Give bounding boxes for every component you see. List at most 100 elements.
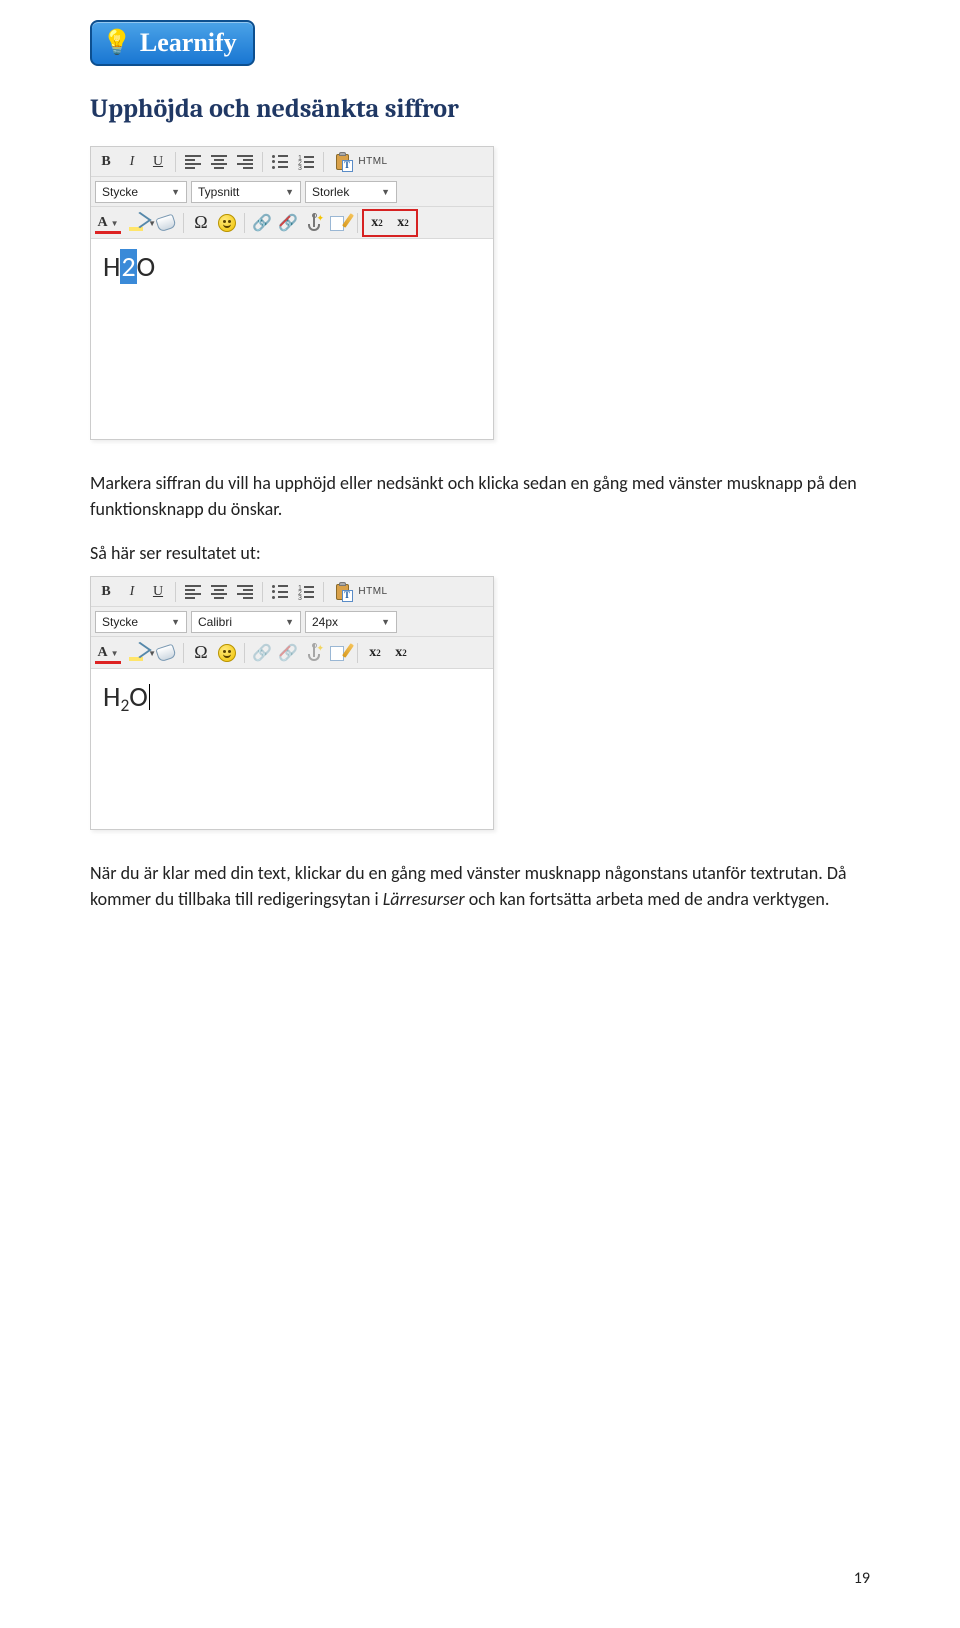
instruction-paragraph-2: Så här ser resultatet ut: [90, 540, 870, 566]
superscript-button[interactable]: x2 [363, 641, 387, 665]
special-char-button[interactable]: Ω [189, 211, 213, 235]
subscript-button[interactable]: x2 [389, 641, 413, 665]
eraser-button[interactable] [154, 211, 178, 235]
bold-button[interactable]: B [94, 580, 118, 604]
highlight-button[interactable]: ▼ [124, 211, 152, 235]
underline-button[interactable]: U [146, 150, 170, 174]
editor-screenshot-after: B I U 1 2 3 [90, 576, 494, 830]
font-family-select[interactable]: Calibri ▼ [191, 611, 301, 633]
special-char-button[interactable]: Ω [189, 641, 213, 665]
eraser-button[interactable] [154, 641, 178, 665]
select-value: Storlek [312, 185, 349, 199]
separator [357, 213, 358, 233]
paragraph-format-select[interactable]: Stycke ▼ [95, 181, 187, 203]
separator [175, 152, 176, 172]
align-right-icon [237, 155, 253, 169]
content-h: H [103, 249, 120, 284]
edit-doc-button[interactable] [328, 211, 352, 235]
select-value: Calibri [198, 615, 232, 629]
link-button[interactable]: 🔗 [250, 641, 274, 665]
unlink-button[interactable]: 🔗 [276, 641, 300, 665]
section-heading: Upphöjda och nedsänkta siffror [90, 94, 870, 124]
lightbulb-icon: 💡 [102, 31, 132, 55]
content-o: O [137, 249, 156, 284]
paste-icon: T [334, 153, 352, 171]
bold-button[interactable]: B [94, 150, 118, 174]
chevron-down-icon: ▼ [285, 187, 294, 197]
separator [262, 152, 263, 172]
chevron-down-icon: ▼ [381, 617, 390, 627]
paragraph-format-select[interactable]: Stycke ▼ [95, 611, 187, 633]
highlight-icon: ▼ [126, 213, 150, 233]
font-family-select[interactable]: Typsnitt ▼ [191, 181, 301, 203]
eraser-icon [155, 643, 176, 662]
html-button[interactable]: HTML [359, 150, 387, 174]
select-value: 24px [312, 615, 338, 629]
subscript-button[interactable]: x2 [391, 211, 415, 235]
align-center-button[interactable] [207, 580, 231, 604]
superscript-button[interactable]: x2 [365, 211, 389, 235]
align-right-button[interactable] [233, 150, 257, 174]
anchor-button[interactable]: ✦ [302, 211, 326, 235]
font-size-select[interactable]: 24px ▼ [305, 611, 397, 633]
font-size-select[interactable]: Storlek ▼ [305, 181, 397, 203]
unlink-icon: 🔗 [278, 643, 298, 663]
italic-button[interactable]: I [120, 150, 144, 174]
toolbar-row-2: Stycke ▼ Calibri ▼ 24px ▼ [91, 607, 493, 637]
link-button[interactable]: 🔗 [250, 211, 274, 235]
highlight-button[interactable]: ▼ [124, 641, 152, 665]
paste-button[interactable]: T [329, 580, 357, 604]
unlink-icon: 🔗 [278, 213, 298, 233]
anchor-button[interactable]: ✦ [302, 641, 326, 665]
select-value: Stycke [102, 185, 138, 199]
italic-button[interactable]: I [120, 580, 144, 604]
edit-doc-icon [330, 214, 350, 232]
toolbar-row-1: B I U 1 2 3 [91, 577, 493, 607]
chevron-down-icon: ▼ [171, 617, 180, 627]
separator [323, 152, 324, 172]
align-left-button[interactable] [181, 150, 205, 174]
unlink-button[interactable]: 🔗 [276, 211, 300, 235]
editor-content-area[interactable]: H2O [91, 239, 493, 439]
editor-content-area[interactable]: H2O [91, 669, 493, 829]
align-center-button[interactable] [207, 150, 231, 174]
chevron-down-icon: ▼ [381, 187, 390, 197]
bullet-list-icon [272, 585, 288, 599]
eraser-icon [155, 213, 176, 232]
separator [323, 582, 324, 602]
supsub-highlighted-group: x2 x2 [362, 209, 418, 237]
separator [357, 643, 358, 663]
toolbar-row-3: A▼ ▼ Ω 🔗 🔗 ✦ x2 x2 [91, 637, 493, 669]
separator [244, 643, 245, 663]
text-color-button[interactable]: A▼ [94, 641, 122, 665]
numbered-list-button[interactable]: 1 2 3 [294, 150, 318, 174]
bullet-list-button[interactable] [268, 580, 292, 604]
separator [262, 582, 263, 602]
align-right-button[interactable] [233, 580, 257, 604]
edit-doc-icon [330, 644, 350, 662]
html-button[interactable]: HTML [359, 580, 387, 604]
numbered-list-button[interactable]: 1 2 3 [294, 580, 318, 604]
text-color-icon: A▼ [97, 645, 118, 661]
underline-button[interactable]: U [146, 580, 170, 604]
emoji-button[interactable] [215, 211, 239, 235]
smiley-icon [218, 644, 236, 662]
numbered-list-icon: 1 2 3 [298, 585, 314, 599]
emoji-button[interactable] [215, 641, 239, 665]
bullet-list-button[interactable] [268, 150, 292, 174]
text-cursor [149, 684, 150, 710]
text-color-icon: A▼ [97, 215, 118, 231]
paste-button[interactable]: T [329, 150, 357, 174]
separator [183, 643, 184, 663]
align-left-button[interactable] [181, 580, 205, 604]
page-number: 19 [854, 1569, 870, 1588]
instruction-paragraph-1: Markera siffran du vill ha upphöjd eller… [90, 470, 870, 522]
paragraph3-emphasis: Lärresurser [383, 888, 465, 910]
edit-doc-button[interactable] [328, 641, 352, 665]
link-icon: 🔗 [252, 213, 272, 233]
align-center-icon [211, 155, 227, 169]
text-color-button[interactable]: A▼ [94, 211, 122, 235]
smiley-icon [218, 214, 236, 232]
content-h: H [103, 679, 120, 714]
numbered-list-icon: 1 2 3 [298, 155, 314, 169]
